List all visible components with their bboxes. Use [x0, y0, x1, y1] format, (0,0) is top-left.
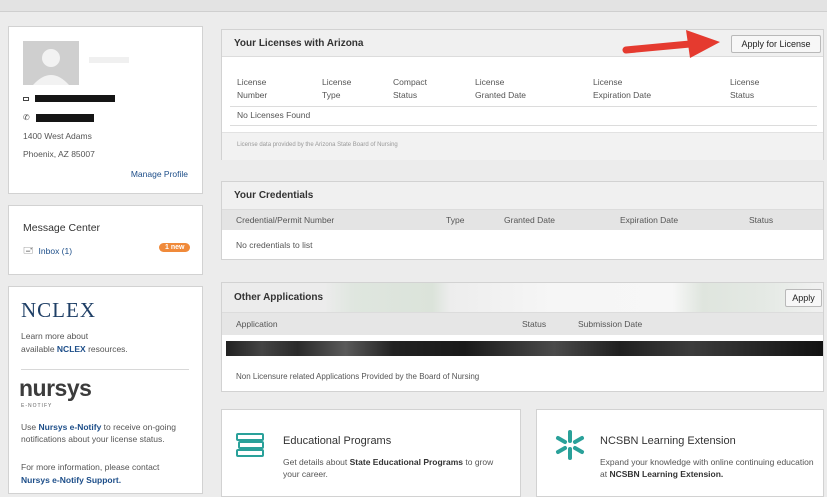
license-col-type: License Type	[322, 77, 352, 100]
nclex-text-line1: Learn more about	[21, 331, 89, 341]
nursys-contact-text: For more information, please contact	[21, 462, 160, 472]
nclex-text-post: resources.	[85, 344, 128, 354]
nursys-use-pre: Use	[21, 422, 39, 432]
nursys-use-text: Use Nursys e-Notify to receive on-going …	[21, 421, 199, 445]
nclex-logo: NCLEX	[21, 298, 96, 322]
credentials-header: Your Credentials	[222, 182, 823, 210]
phone-row: ✆	[23, 113, 94, 122]
new-messages-badge: 1 new	[159, 243, 191, 252]
cred-col-number: Credential/Permit Number	[236, 215, 335, 225]
licenses-footer: License data provided by the Arizona Sta…	[237, 142, 398, 148]
profile-card: ✆ 1400 West Adams Phoenix, AZ 85007 Mana…	[8, 26, 203, 194]
address-line-2: Phoenix, AZ 85007	[23, 149, 95, 159]
red-arrow-annotation	[622, 30, 720, 58]
other-applications-header: Other Applications	[222, 283, 823, 313]
apply-button[interactable]: Apply	[785, 289, 822, 307]
cred-col-granted: Granted Date	[504, 215, 556, 225]
books-icon	[236, 433, 264, 457]
state-educational-programs-link[interactable]: State Educational Programs	[350, 457, 463, 467]
other-applications-title: Other Applications	[234, 292, 324, 303]
educational-programs-desc: Get details about State Educational Prog…	[283, 457, 494, 479]
licenses-panel: Your Licenses with Arizona Apply for Lic…	[221, 29, 824, 160]
license-col-number: License Number	[237, 77, 268, 100]
licenses-divider-2	[230, 125, 817, 126]
nclex-text-pre: available	[21, 344, 57, 354]
other-applications-panel: Other Applications Apply Application Sta…	[221, 282, 824, 392]
app-col-submission: Submission Date	[578, 319, 643, 329]
educational-programs-title: Educational Programs	[283, 435, 392, 447]
apply-for-license-button[interactable]: Apply for License	[731, 35, 821, 53]
phone-redacted	[35, 113, 94, 122]
ncsbn-learning-extension-link[interactable]: NCSBN Learning Extension.	[609, 469, 723, 479]
nursys-logo: nursys	[19, 375, 92, 401]
learning-extension-card[interactable]: NCSBN Learning Extension Expand your kno…	[536, 409, 824, 497]
avatar	[23, 41, 79, 85]
nursys-support-link[interactable]: Nursys e-Notify Support.	[21, 475, 121, 485]
phone-icon: ✆	[23, 113, 30, 122]
applications-footer: Non Licensure related Applications Provi…	[236, 372, 480, 381]
top-bar	[0, 0, 827, 12]
email-row	[23, 95, 115, 102]
nclex-link[interactable]: NCLEX	[57, 344, 86, 354]
credentials-title: Your Credentials	[234, 190, 314, 201]
app-col-status: Status	[522, 319, 547, 329]
message-center-title: Message Center	[23, 222, 101, 234]
resources-card: NCLEX Learn more about available NCLEX r…	[8, 286, 203, 494]
nursys-logo-sub: E-NOTIFY	[21, 403, 53, 409]
educational-programs-card[interactable]: Educational Programs Get details about S…	[221, 409, 521, 497]
license-col-compact: Compact Status	[393, 77, 428, 100]
license-col-expiration: License Expiration Date	[593, 77, 652, 100]
inbox-icon: 🖃	[23, 245, 34, 255]
license-col-granted: License Granted Date	[475, 77, 527, 100]
message-center-card: Message Center 🖃 Inbox (1) 1 new	[8, 205, 203, 275]
licenses-title: Your Licenses with Arizona	[234, 37, 364, 49]
cred-col-expiration: Expiration Date	[620, 215, 679, 225]
learning-extension-desc: Expand your knowledge with online contin…	[600, 457, 814, 479]
profile-name-redacted	[89, 57, 129, 63]
application-row-redacted	[226, 341, 823, 356]
avatar-placeholder-icon	[33, 49, 69, 85]
license-col-status: License Status	[730, 77, 760, 100]
mail-icon	[23, 96, 29, 101]
nclex-text-line2: available NCLEX resources.	[21, 344, 128, 354]
cred-col-status: Status	[749, 215, 774, 225]
credentials-panel: Your Credentials Credential/Permit Numbe…	[221, 181, 824, 260]
credentials-empty: No credentials to list	[236, 240, 313, 250]
app-col-application: Application	[236, 319, 278, 329]
licenses-empty: No Licenses Found	[237, 110, 311, 120]
manage-profile-link[interactable]: Manage Profile	[131, 169, 188, 179]
inbox-link[interactable]: 🖃 Inbox (1)	[23, 243, 72, 259]
learning-extension-title: NCSBN Learning Extension	[600, 435, 736, 447]
licenses-divider	[230, 106, 817, 107]
divider	[21, 369, 189, 370]
inbox-label: Inbox (1)	[38, 246, 73, 256]
address-line-1: 1400 West Adams	[23, 131, 92, 141]
learning-extension-icon	[556, 430, 584, 460]
nursys-enotify-link[interactable]: Nursys e-Notify	[38, 422, 101, 432]
cred-col-type: Type	[446, 215, 465, 225]
email-redacted	[35, 95, 115, 102]
